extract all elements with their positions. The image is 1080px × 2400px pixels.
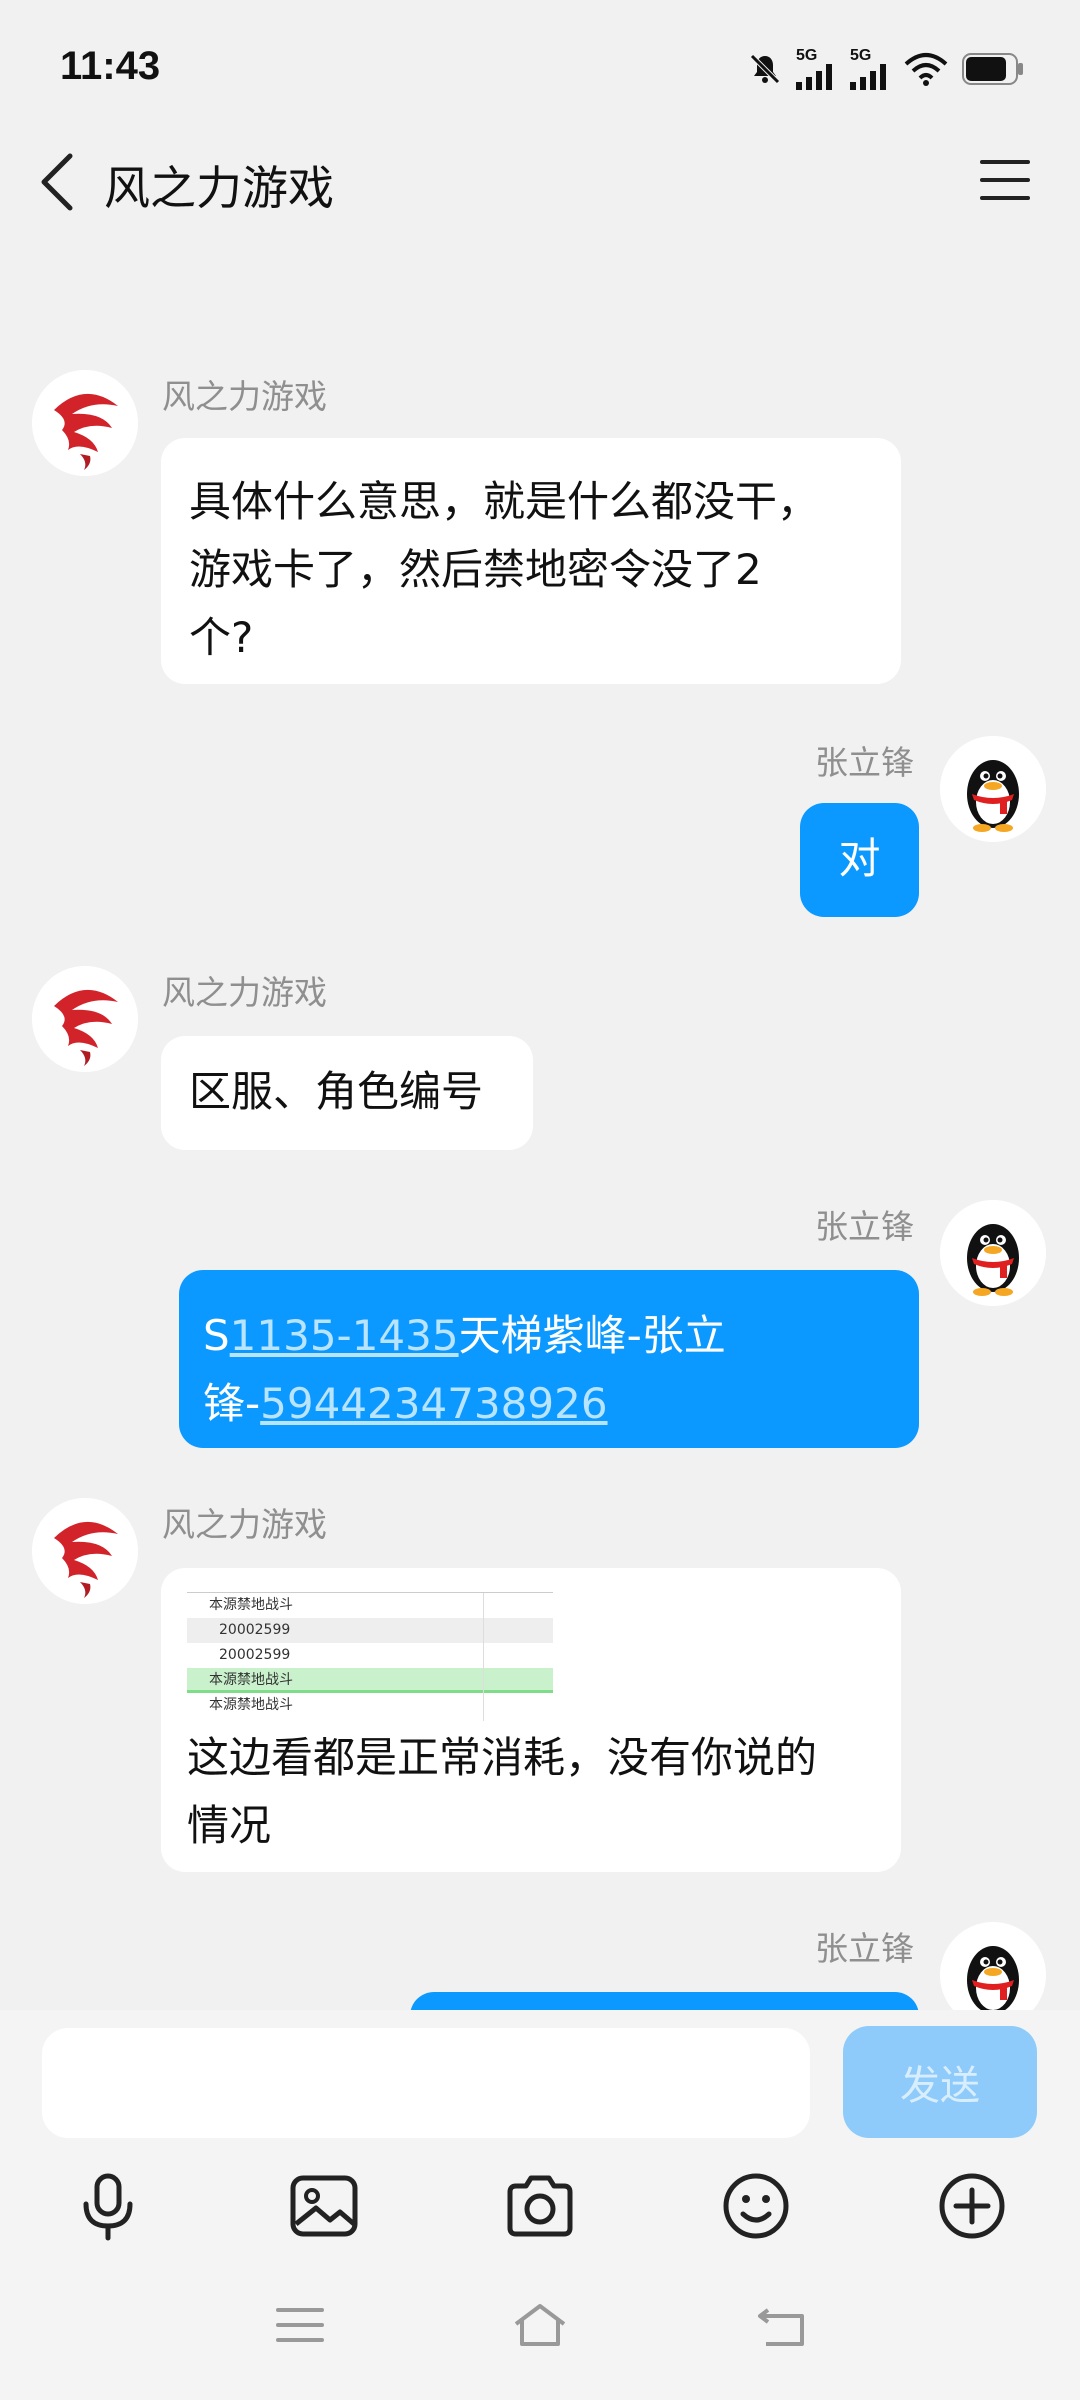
message-line: 具体什么意思，就是什么都没干， xyxy=(189,477,820,526)
sender-name: 风之力游戏 xyxy=(162,973,327,1012)
microphone-icon[interactable] xyxy=(68,2166,148,2246)
server-link[interactable]: 1135-1435 xyxy=(230,1311,459,1360)
table-cell: 20002599 xyxy=(219,1647,291,1663)
game-avatar[interactable] xyxy=(32,966,138,1072)
message-line: 游戏卡了，然后禁地密令没了2 xyxy=(189,545,762,594)
back-chevron-icon[interactable] xyxy=(34,150,82,214)
send-button[interactable]: 发送 xyxy=(843,2026,1037,2138)
message-line: 锋-5944234738926 xyxy=(203,1370,895,1438)
role-id-link[interactable]: 5944234738926 xyxy=(260,1379,607,1428)
message-line: S1135-1435天梯紫峰-张立 xyxy=(203,1302,895,1370)
user-avatar[interactable] xyxy=(940,1200,1046,1306)
sender-name: 风之力游戏 xyxy=(162,1505,327,1544)
penguin-avatar-icon xyxy=(940,1200,1046,1306)
user-avatar[interactable] xyxy=(940,736,1046,842)
message-input[interactable] xyxy=(42,2028,810,2138)
sender-name: 风之力游戏 xyxy=(162,377,327,416)
screenshot-image[interactable]: 本源禁地战斗 20002599 20002599 本源禁地战斗 本源禁地战斗 xyxy=(187,1592,553,1721)
table-row: 本源禁地战斗 xyxy=(187,1668,553,1693)
message-bubble-incoming[interactable]: 具体什么意思，就是什么都没干， 游戏卡了，然后禁地密令没了2 个? xyxy=(161,438,901,684)
mute-bell-icon xyxy=(750,54,780,84)
menu-icon[interactable] xyxy=(978,156,1032,204)
signal-5g-icon: 5G xyxy=(850,48,890,90)
emoji-icon[interactable] xyxy=(716,2166,796,2246)
game-avatar[interactable] xyxy=(32,370,138,476)
status-icons: 5G 5G xyxy=(748,48,1024,90)
table-row: 20002599 xyxy=(187,1643,553,1668)
swirl-logo-icon xyxy=(32,966,138,1072)
table-cell: 本源禁地战斗 xyxy=(209,1597,293,1613)
signal-label: 5G xyxy=(850,47,872,64)
swirl-logo-icon xyxy=(32,370,138,476)
message-bubble-outgoing[interactable]: 对 xyxy=(800,803,919,917)
sender-name: 张立锋 xyxy=(815,743,914,782)
game-avatar[interactable] xyxy=(32,1498,138,1604)
message-bubble-incoming[interactable]: 区服、角色编号 xyxy=(161,1036,533,1150)
sender-name: 张立锋 xyxy=(815,1207,914,1246)
message-bubble-incoming[interactable]: 本源禁地战斗 20002599 20002599 本源禁地战斗 本源禁地战斗 这… xyxy=(161,1568,901,1872)
swirl-logo-icon xyxy=(32,1498,138,1604)
camera-icon[interactable] xyxy=(500,2166,580,2246)
nav-back-icon[interactable] xyxy=(752,2300,812,2350)
message-text: S xyxy=(203,1311,230,1360)
signal-5g-icon: 5G xyxy=(796,48,836,90)
battery-icon xyxy=(962,53,1023,85)
status-time: 11:43 xyxy=(60,44,161,88)
nav-home-icon[interactable] xyxy=(510,2300,570,2350)
message-bubble-outgoing[interactable]: S1135-1435天梯紫峰-张立 锋-5944234738926 xyxy=(179,1270,919,1448)
nav-menu-icon[interactable] xyxy=(270,2300,330,2350)
table-cell: 20002599 xyxy=(219,1622,291,1638)
message-text: 锋- xyxy=(203,1379,261,1428)
sender-name: 张立锋 xyxy=(815,1929,914,1968)
table-row: 20002599 xyxy=(187,1618,553,1643)
chat-title: 风之力游戏 xyxy=(104,161,334,215)
penguin-avatar-icon xyxy=(940,736,1046,842)
signal-label: 5G xyxy=(796,47,818,64)
message-text: 区服、角色编号 xyxy=(189,1067,484,1116)
image-icon[interactable] xyxy=(284,2166,364,2246)
message-text: 对 xyxy=(838,834,881,883)
message-line: 个? xyxy=(189,613,254,662)
table-row: 本源禁地战斗 xyxy=(187,1693,553,1718)
wifi-icon xyxy=(904,53,948,86)
message-text: 天梯紫峰-张立 xyxy=(458,1311,726,1360)
table-row: 本源禁地战斗 xyxy=(187,1593,553,1618)
plus-icon[interactable] xyxy=(932,2166,1012,2246)
table-cell: 本源禁地战斗 xyxy=(209,1697,293,1713)
table-cell: 本源禁地战斗 xyxy=(209,1672,293,1688)
message-line: 情况 xyxy=(187,1801,272,1850)
message-line: 这边看都是正常消耗，没有你说的 xyxy=(187,1733,818,1782)
